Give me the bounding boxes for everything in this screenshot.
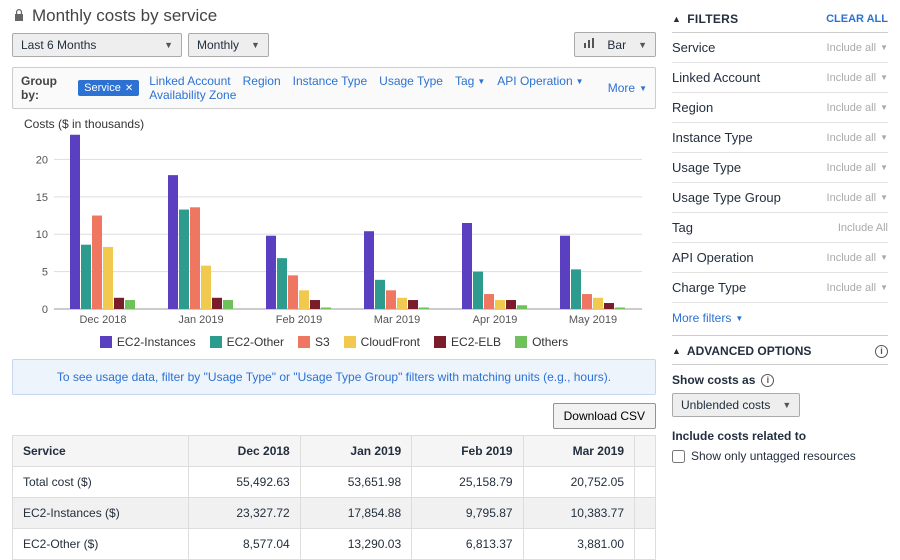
svg-text:Jan 2019: Jan 2019 xyxy=(178,314,223,326)
table-header: Dec 2018 xyxy=(189,436,300,467)
svg-text:Feb 2019: Feb 2019 xyxy=(276,314,322,326)
chart-legend: EC2-Instances EC2-Other S3 CloudFront EC2-EL… xyxy=(18,335,650,349)
svg-text:15: 15 xyxy=(36,192,48,204)
svg-text:5: 5 xyxy=(42,267,48,279)
remove-chip-icon[interactable]: ✕ xyxy=(125,83,133,94)
filter-row[interactable]: Usage Type GroupInclude all▼ xyxy=(672,183,888,213)
include-all-dropdown[interactable]: Include All xyxy=(838,222,888,234)
caret-down-icon: ▼ xyxy=(782,400,791,410)
table-row: Total cost ($)55,492.6353,651.9825,158.7… xyxy=(13,467,656,498)
caret-up-icon: ▲ xyxy=(672,346,681,356)
table-row: EC2-Instances ($)23,327.7217,854.889,795… xyxy=(13,498,656,529)
show-costs-as-label: Show costs as i xyxy=(672,373,888,387)
lock-icon xyxy=(12,8,26,25)
usage-info-banner: To see usage data, filter by "Usage Type… xyxy=(12,359,656,395)
group-by-option[interactable]: Region xyxy=(243,74,281,88)
include-all-dropdown[interactable]: Include all▼ xyxy=(827,192,888,204)
group-by-more[interactable]: More ▼ xyxy=(608,81,647,95)
time-range-dropdown[interactable]: Last 6 Months▼ xyxy=(12,33,182,57)
group-by-option[interactable]: API Operation▼ xyxy=(497,74,583,88)
include-all-dropdown[interactable]: Include all▼ xyxy=(827,102,888,114)
legend-item[interactable]: CloudFront xyxy=(344,335,420,349)
filter-row[interactable]: Usage TypeInclude all▼ xyxy=(672,153,888,183)
svg-text:20: 20 xyxy=(36,154,48,166)
table-header: Feb 2019 xyxy=(412,436,523,467)
group-by-bar: Group by: Service ✕ Linked Account Region… xyxy=(12,67,656,109)
caret-down-icon: ▼ xyxy=(251,40,260,50)
filter-row[interactable]: API OperationInclude all▼ xyxy=(672,243,888,273)
svg-text:May 2019: May 2019 xyxy=(569,314,617,326)
filter-row[interactable]: TagInclude All xyxy=(672,213,888,243)
include-costs-label: Include costs related to xyxy=(672,429,888,443)
group-by-option[interactable]: Linked Account xyxy=(149,74,230,88)
caret-down-icon: ▼ xyxy=(639,84,647,93)
advanced-options-header[interactable]: ▲ADVANCED OPTIONS i xyxy=(672,335,888,365)
svg-text:10: 10 xyxy=(36,229,48,241)
info-icon[interactable]: i xyxy=(875,345,888,358)
untagged-only-checkbox[interactable]: Show only untagged resources xyxy=(672,449,888,463)
include-all-dropdown[interactable]: Include all▼ xyxy=(827,282,888,294)
caret-up-icon: ▲ xyxy=(672,14,681,24)
include-all-dropdown[interactable]: Include all▼ xyxy=(827,162,888,174)
group-by-label: Group by: xyxy=(21,74,68,102)
cost-bar-chart: 0 5 10 15 20 Dec 2018 Jan 2019 Feb 2019 Mar 2019… xyxy=(18,133,652,333)
granularity-dropdown[interactable]: Monthly▼ xyxy=(188,33,269,57)
legend-item[interactable]: EC2-ELB xyxy=(434,335,501,349)
filter-row[interactable]: ServiceInclude all▼ xyxy=(672,33,888,63)
filter-row[interactable]: RegionInclude all▼ xyxy=(672,93,888,123)
legend-item[interactable]: EC2-Instances xyxy=(100,335,196,349)
cost-type-dropdown[interactable]: Unblended costs▼ xyxy=(672,393,800,417)
group-by-option[interactable]: Tag▼ xyxy=(455,74,485,88)
include-all-dropdown[interactable]: Include all▼ xyxy=(827,132,888,144)
legend-item[interactable]: EC2-Other xyxy=(210,335,284,349)
include-all-dropdown[interactable]: Include all▼ xyxy=(827,252,888,264)
group-by-option[interactable]: Availability Zone xyxy=(149,88,236,102)
chart-y-axis-title: Costs ($ in thousands) xyxy=(24,117,650,131)
chart-type-dropdown[interactable]: Bar▼ xyxy=(574,32,656,57)
caret-down-icon: ▼ xyxy=(164,40,173,50)
caret-down-icon: ▼ xyxy=(638,40,647,50)
filter-row[interactable]: Charge TypeInclude all▼ xyxy=(672,273,888,303)
more-filters-link[interactable]: More filters ▼ xyxy=(672,303,888,331)
page-title: Monthly costs by service xyxy=(32,6,217,26)
caret-down-icon: ▼ xyxy=(735,314,743,323)
svg-text:0: 0 xyxy=(42,304,48,316)
download-csv-button[interactable]: Download CSV xyxy=(553,403,656,429)
svg-text:Dec 2018: Dec 2018 xyxy=(79,314,126,326)
table-row: EC2-Other ($)8,577.0413,290.036,813.373,… xyxy=(13,529,656,560)
group-by-option[interactable]: Instance Type xyxy=(293,74,368,88)
group-by-option[interactable]: Usage Type xyxy=(379,74,443,88)
include-all-dropdown[interactable]: Include all▼ xyxy=(827,42,888,54)
info-icon[interactable]: i xyxy=(761,374,774,387)
svg-text:Apr 2019: Apr 2019 xyxy=(473,314,518,326)
bar-chart-icon xyxy=(583,37,595,52)
clear-all-filters[interactable]: CLEAR ALL xyxy=(826,13,888,25)
legend-item[interactable]: Others xyxy=(515,335,568,349)
legend-item[interactable]: S3 xyxy=(298,335,330,349)
table-header: Service xyxy=(13,436,189,467)
cost-breakdown-table: ServiceDec 2018Jan 2019Feb 2019Mar 2019 … xyxy=(12,435,656,560)
filter-row[interactable]: Linked AccountInclude all▼ xyxy=(672,63,888,93)
group-by-chip-service[interactable]: Service ✕ xyxy=(78,80,139,96)
table-header: Jan 2019 xyxy=(300,436,411,467)
include-all-dropdown[interactable]: Include all▼ xyxy=(827,72,888,84)
filters-panel-header[interactable]: ▲FILTERS CLEAR ALL xyxy=(672,6,888,33)
table-header: Mar 2019 xyxy=(523,436,634,467)
svg-text:Mar 2019: Mar 2019 xyxy=(374,314,420,326)
filter-row[interactable]: Instance TypeInclude all▼ xyxy=(672,123,888,153)
